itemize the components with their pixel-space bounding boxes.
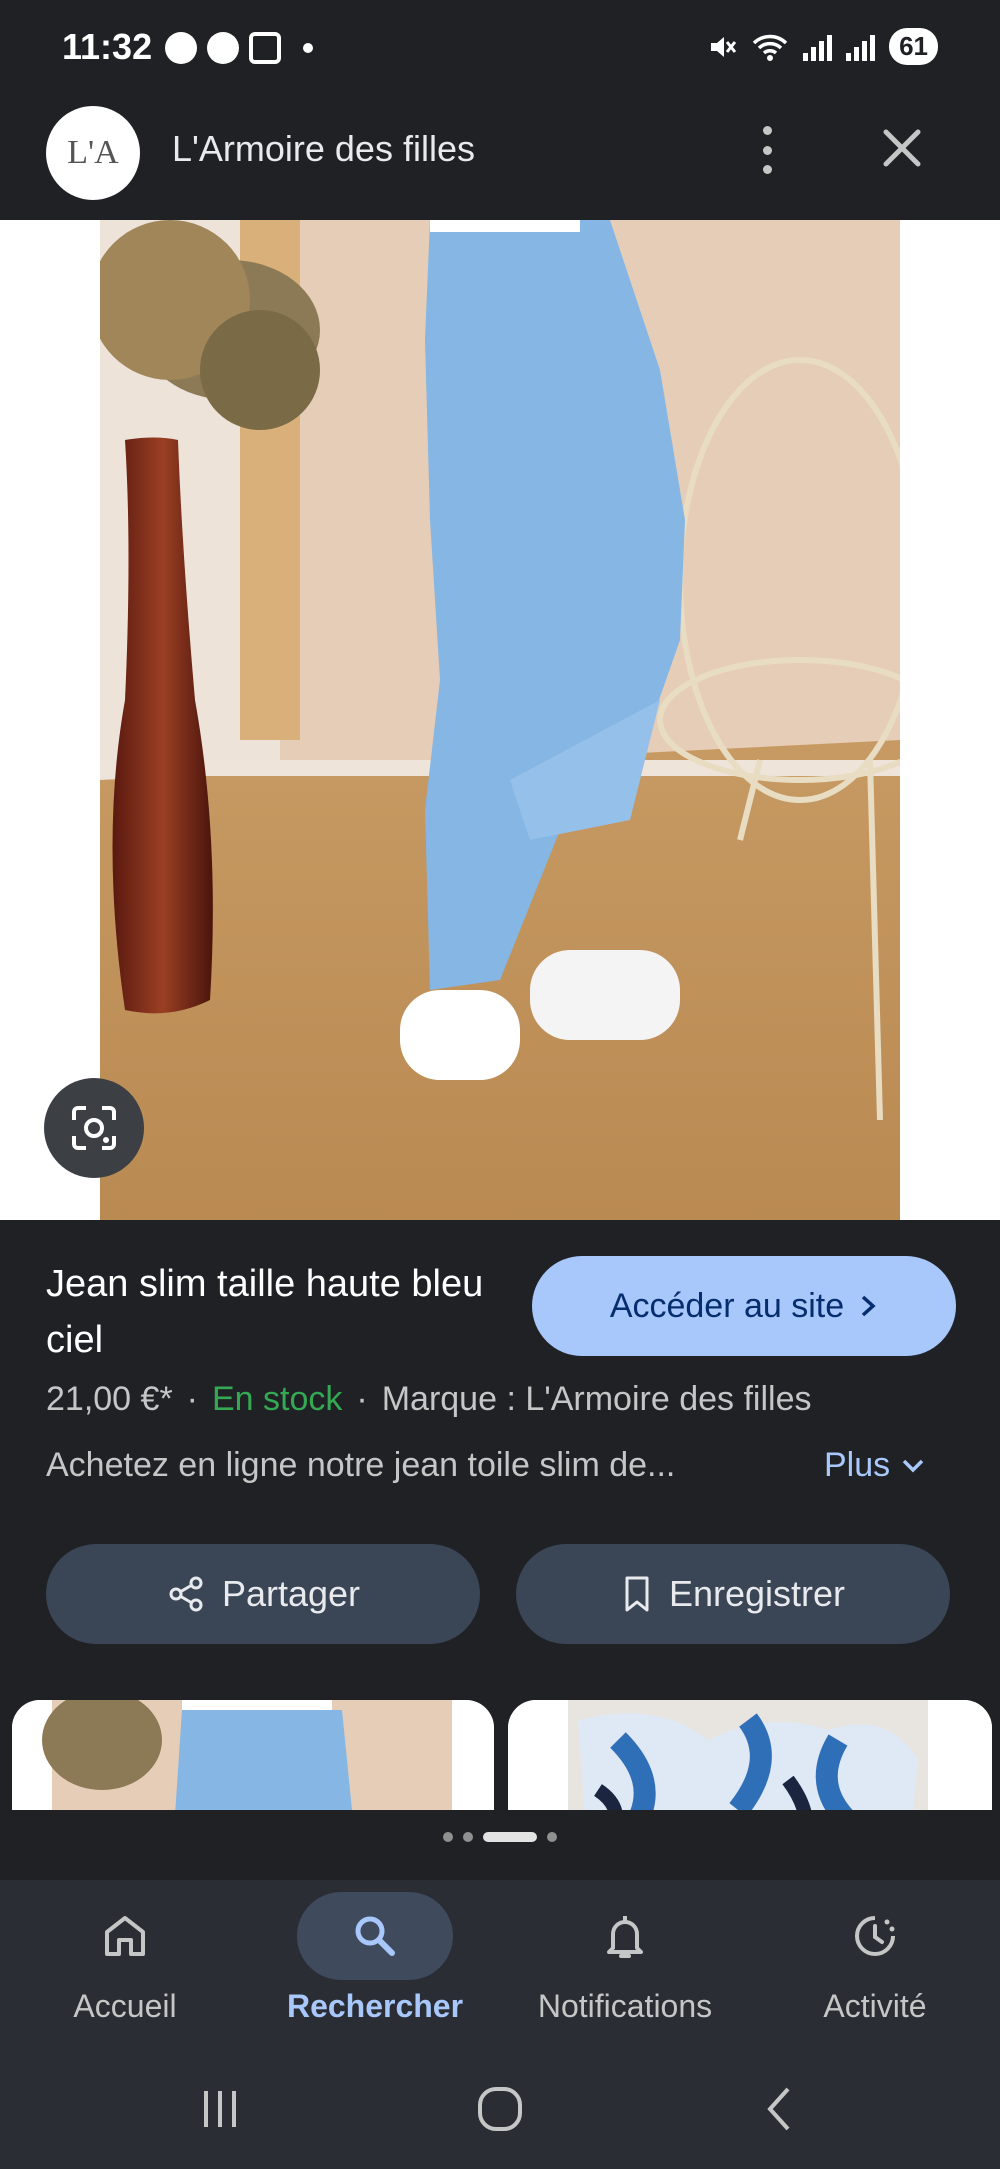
activity-icon [855, 1916, 895, 1956]
app-icon [207, 32, 239, 64]
visit-site-label: Accéder au site [609, 1286, 845, 1325]
chevron-right-icon [862, 1295, 876, 1317]
nav-label-activity: Activité [823, 1988, 927, 2024]
source-header: L'A L'Armoire des filles [0, 96, 1000, 220]
lens-icon [72, 1106, 116, 1150]
save-label: Enregistrer [668, 1573, 846, 1614]
recent-apps-button[interactable] [180, 2077, 260, 2141]
save-button[interactable]: Enregistrer [516, 1544, 950, 1644]
chevron-down-icon [902, 1459, 924, 1472]
home-icon [105, 1916, 145, 1956]
bookmark-icon [625, 1576, 649, 1612]
nav-label-search: Rechercher [286, 1988, 464, 2024]
news-icon [165, 32, 197, 64]
bottom-navigation: Accueil Rechercher Notifications Activit… [0, 1880, 1000, 2049]
more-notifications-icon [303, 43, 313, 53]
more-label: Plus [824, 1446, 891, 1484]
product-title: Jean slim taille haute bleu ciel [46, 1263, 484, 1361]
search-icon [355, 1916, 395, 1956]
share-label: Partager [221, 1573, 361, 1614]
system-navigation-bar [0, 2049, 1000, 2169]
product-description: Achetez en ligne notre jean toile slim d… [46, 1446, 676, 1484]
share-button[interactable]: Partager [46, 1544, 480, 1644]
recent-apps-icon [204, 2091, 236, 2127]
page-dot-active [483, 1832, 537, 1842]
home-circle-icon [478, 2087, 522, 2131]
product-meta: 21,00 €* · En stock · Marque : L'Armoire des… [46, 1380, 812, 1418]
bell-icon [607, 1916, 643, 1958]
notification-icons [165, 32, 313, 64]
page-indicator [0, 1832, 1000, 1842]
nav-item-activity[interactable]: Activité [750, 1880, 1000, 2049]
signal-icon-1 [803, 33, 833, 61]
product-price: 21,00 €* [46, 1380, 173, 1418]
mute-icon [711, 36, 737, 57]
screenshot-icon [249, 32, 281, 64]
page-dot [463, 1832, 473, 1842]
battery-indicator: 61 [889, 28, 938, 65]
nav-label-notifications: Notifications [537, 1988, 713, 2024]
more-options-icon[interactable] [752, 120, 782, 180]
status-bar: 11:32 61 [0, 0, 1000, 96]
nav-item-search[interactable]: Rechercher [250, 1880, 500, 2049]
more-button[interactable]: Plus [824, 1446, 926, 1485]
close-icon[interactable] [870, 116, 934, 180]
site-name[interactable]: L'Armoire des filles [172, 128, 475, 170]
product-info-panel: Jean slim taille haute bleu ciel Accéder… [0, 1220, 1000, 1880]
wifi-icon [752, 34, 788, 61]
site-logo[interactable]: L'A [46, 106, 140, 200]
related-results [0, 1700, 1000, 1810]
related-result-card[interactable] [12, 1700, 494, 1810]
back-button[interactable] [740, 2077, 820, 2141]
stock-status: En stock [212, 1380, 343, 1418]
product-image-area [0, 220, 1000, 1220]
nav-item-notifications[interactable]: Notifications [500, 1880, 750, 2049]
home-button[interactable] [460, 2077, 540, 2141]
share-icon [169, 1576, 203, 1612]
visit-site-button[interactable]: Accéder au site [532, 1256, 956, 1356]
status-time: 11:32 [62, 26, 153, 67]
back-icon [767, 2087, 790, 2131]
nav-item-home[interactable]: Accueil [0, 1880, 250, 2049]
related-result-card[interactable] [508, 1700, 992, 1810]
page-dot [443, 1832, 453, 1842]
nav-label-home: Accueil [73, 1988, 177, 2024]
product-brand: Marque : L'Armoire des filles [381, 1380, 812, 1418]
system-status-icons: 61 [707, 28, 938, 65]
google-lens-button[interactable] [44, 1078, 144, 1178]
signal-icon-2 [846, 33, 876, 61]
page-dot [547, 1832, 557, 1842]
product-photo[interactable] [100, 220, 900, 1220]
